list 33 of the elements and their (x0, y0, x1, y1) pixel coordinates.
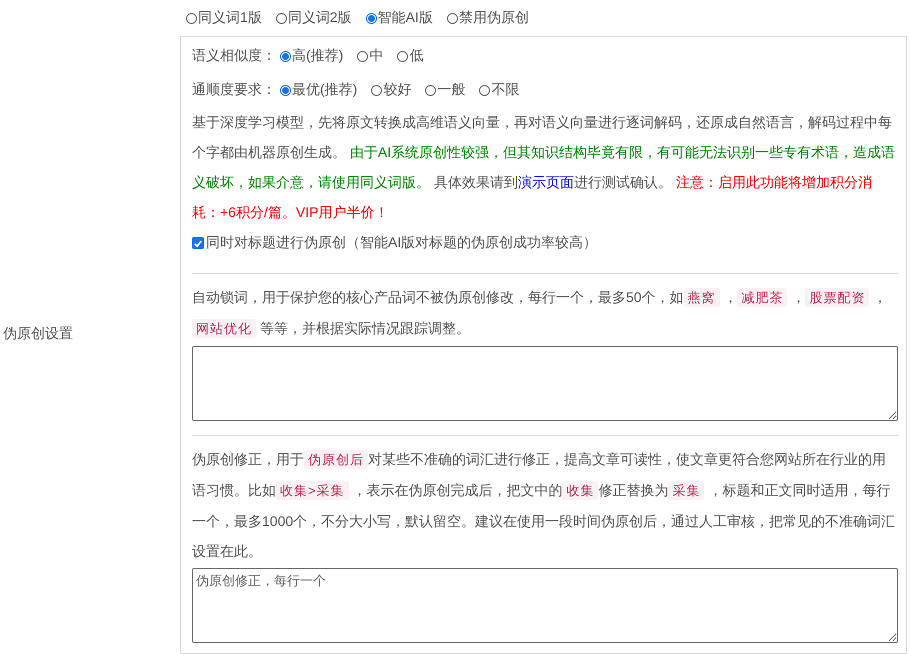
radio-icon[interactable] (357, 50, 368, 62)
corrections-field[interactable]: 伪原创修正，每行一个 (192, 568, 898, 643)
mode-option[interactable]: 禁用伪原创 (446, 9, 529, 27)
option-radio[interactable]: 高(推荐) (280, 47, 344, 65)
corrections-description: 伪原创修正，用于 伪原创后 对某些不准确的词汇进行修正，提高文章可读性，使文章更符合您网站所在行业的用语习惯。比如 收集>采集 ，表示在伪原创完成后，把文中的 收集 修正替换为 采集 ，标题和正文同时适用，每行一个，最多1000个，不分大小写，默认留空。建议在使用一段时间伪原创后，通过人工审核，把常见的不准确词汇设置在此。 (192, 449, 896, 561)
option-label: 语义相似度： (192, 47, 276, 65)
title-checkbox[interactable]: 同时对标题进行伪原创（智能AI版对标题的伪原创成功率较高） (192, 227, 898, 259)
mode-option[interactable]: 同义词1版 (186, 9, 262, 27)
option-radio[interactable]: 较好 (371, 81, 412, 99)
radio-icon[interactable] (425, 84, 436, 96)
radio-icon[interactable] (446, 12, 458, 24)
radio-icon[interactable] (366, 12, 377, 24)
option-radio[interactable]: 一般 (425, 81, 466, 99)
lock-words-description: 自动锁词，用于保护您的核心产品词不被伪原创修改，每行一个，最多50个，如 燕窝 ， 减肥茶 ， 股票配资 ， 网站优化 等等，并根据实际情况跟踪调整。 (192, 287, 888, 340)
option-label: 通顺度要求： (192, 81, 276, 99)
option-radio[interactable]: 不限 (479, 81, 520, 99)
option-radio[interactable]: 最优(推荐) (280, 81, 358, 99)
demo-page-link[interactable]: 演示页面 (518, 174, 574, 190)
lock-words-field[interactable] (192, 346, 898, 421)
radio-icon[interactable] (397, 50, 408, 62)
mode-option[interactable]: 同义词2版 (276, 9, 352, 27)
ai-description: 基于深度学习模型，先将原文转换成高维语义向量，再对语义向量进行逐词解码，还原成自然语言，解码过程中每个字都由机器原创生成。 由于AI系统原创性较强，但其知识结构毕竟有限，有可能无法识别一些专有术语，造成语义破坏，如果介意，请使用同义词版。 具体效果请到演示页面进行测试确认。 注意：启用此功能将增加积分消耗：+6积分/篇。VIP用户半价！ (192, 113, 896, 222)
radio-icon[interactable] (280, 50, 291, 62)
radio-icon[interactable] (479, 84, 490, 96)
radio-icon[interactable] (371, 84, 382, 96)
option-radio[interactable]: 低 (397, 47, 424, 65)
option-radio[interactable]: 中 (357, 47, 384, 65)
radio-icon[interactable] (276, 12, 287, 24)
section-label: 伪原创设置 (3, 325, 73, 343)
checkbox-icon[interactable] (192, 237, 204, 249)
radio-icon[interactable] (280, 84, 291, 96)
radio-icon[interactable] (186, 12, 197, 24)
mode-option[interactable]: 智能AI版 (366, 9, 433, 27)
